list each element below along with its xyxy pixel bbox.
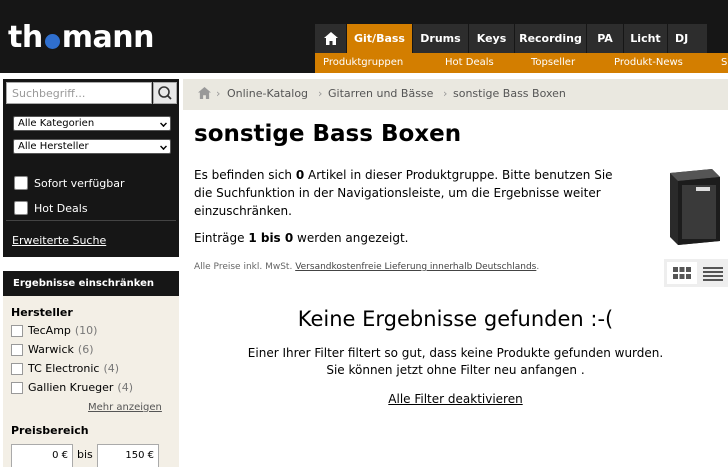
subnav-produktgruppen[interactable]: Produktgruppen — [323, 57, 403, 68]
shipping-link[interactable]: Versandkostenfreie Lieferung innerhalb D… — [295, 262, 536, 272]
no-results-message: Einer Ihrer Filter filtert so gut, dass … — [247, 346, 664, 377]
reset-filters-link[interactable]: Alle Filter deaktivieren — [183, 392, 728, 406]
advanced-search-link[interactable]: Erweiterte Suche — [12, 234, 106, 247]
logo-text-left: th — [8, 19, 43, 55]
main-nav: Git/Bass Drums Keys Recording PA Licht D… — [315, 24, 708, 53]
page-title: sonstige Bass Boxen — [194, 121, 462, 147]
price-to-input[interactable]: 150 € — [97, 444, 159, 467]
checkbox-box[interactable] — [11, 343, 23, 356]
nav-tab-recording[interactable]: Recording — [515, 24, 587, 53]
list-view-button[interactable] — [699, 262, 727, 284]
nav-tab-pa[interactable]: PA — [587, 24, 624, 53]
home-icon — [198, 87, 211, 99]
brand-select[interactable]: Alle Hersteller — [13, 139, 171, 154]
chevron-right-icon: › — [318, 87, 323, 100]
brand-filter-item[interactable]: TecAmp (10) — [11, 324, 97, 337]
checkbox-available[interactable]: Sofort verfügbar — [14, 176, 125, 190]
filter-heading: Ergebnisse einschränken — [3, 271, 179, 296]
price-from-input[interactable]: 0 € — [11, 444, 73, 467]
subnav-hot-deals[interactable]: Hot Deals — [445, 57, 494, 68]
checkbox-hotdeals[interactable]: Hot Deals — [14, 201, 88, 215]
search-icon — [158, 86, 172, 100]
breadcrumb-current: sonstige Bass Boxen — [453, 87, 566, 100]
home-icon — [323, 32, 338, 45]
grid-view-button[interactable] — [667, 262, 697, 284]
nav-tab-keys[interactable]: Keys — [469, 24, 515, 53]
price-separator: bis — [77, 448, 93, 461]
price-range-label: Preisbereich — [11, 424, 89, 437]
chevron-right-icon: › — [443, 87, 448, 100]
brand-filter-item[interactable]: Warwick (6) — [11, 343, 94, 356]
filter-panel: Hersteller TecAmp (10) Warwick (6) TC Elec… — [3, 296, 179, 467]
checkbox-box[interactable] — [14, 176, 28, 190]
breadcrumb-item[interactable]: Online-Katalog — [227, 87, 308, 100]
logo-dot — [44, 33, 60, 49]
search-button[interactable] — [153, 82, 177, 104]
search-input[interactable]: Suchbegriff... — [6, 82, 152, 104]
breadcrumb: › Online-Katalog › Gitarren und Bässe › … — [183, 79, 728, 110]
logo-text-right: mann — [61, 19, 155, 55]
view-toggle — [664, 259, 728, 287]
chevron-down-icon — [160, 120, 167, 127]
checkbox-box[interactable] — [14, 201, 28, 215]
entries-info: Einträge 1 bis 0 werden angezeigt. — [194, 231, 409, 245]
checkbox-box[interactable] — [11, 381, 23, 394]
checkbox-label: Hot Deals — [34, 201, 88, 215]
list-icon — [703, 267, 723, 281]
brand-filter-item[interactable]: Gallien Krueger (4) — [11, 381, 133, 394]
breadcrumb-home[interactable] — [198, 87, 211, 102]
bass-cabinet-image[interactable] — [664, 167, 722, 246]
grid-icon — [673, 267, 691, 279]
checkbox-box[interactable] — [11, 362, 23, 375]
chevron-down-icon — [160, 143, 167, 150]
brand-filter-item[interactable]: TC Electronic (4) — [11, 362, 119, 375]
category-select[interactable]: Alle Kategorien — [13, 116, 171, 131]
sidebar-search-panel: Suchbegriff... Alle Kategorien Alle Hers… — [3, 79, 179, 257]
no-results-title: Keine Ergebnisse gefunden :-( — [297, 307, 614, 331]
nav-tab-dj[interactable]: DJ — [668, 24, 708, 53]
divider — [6, 220, 176, 221]
site-header: th mann Git/Bass Drums Keys Recording PA … — [0, 0, 728, 73]
subnav-more[interactable]: S — [721, 57, 727, 68]
nav-home-button[interactable] — [315, 24, 347, 53]
nav-tab-gitbass[interactable]: Git/Bass — [347, 24, 413, 53]
breadcrumb-item[interactable]: Gitarren und Bässe — [328, 87, 433, 100]
checkbox-box[interactable] — [11, 324, 23, 337]
subnav-topseller[interactable]: Topseller — [531, 57, 575, 68]
sub-nav: Produktgruppen Hot Deals Topseller Produ… — [315, 53, 728, 73]
chevron-right-icon: › — [216, 87, 221, 100]
brands-label: Hersteller — [11, 306, 73, 319]
nav-tab-drums[interactable]: Drums — [413, 24, 469, 53]
nav-tab-licht[interactable]: Licht — [624, 24, 668, 53]
subnav-produkt-news[interactable]: Produkt-News — [614, 57, 683, 68]
checkbox-label: Sofort verfügbar — [34, 176, 125, 190]
show-more-link[interactable]: Mehr anzeigen — [88, 402, 162, 413]
category-info-text: Es befinden sich 0 Artikel in dieser Pro… — [194, 168, 613, 218]
price-note: Alle Preise inkl. MwSt. Versandkostenfre… — [194, 262, 540, 272]
thomann-logo[interactable]: th mann — [8, 19, 155, 55]
